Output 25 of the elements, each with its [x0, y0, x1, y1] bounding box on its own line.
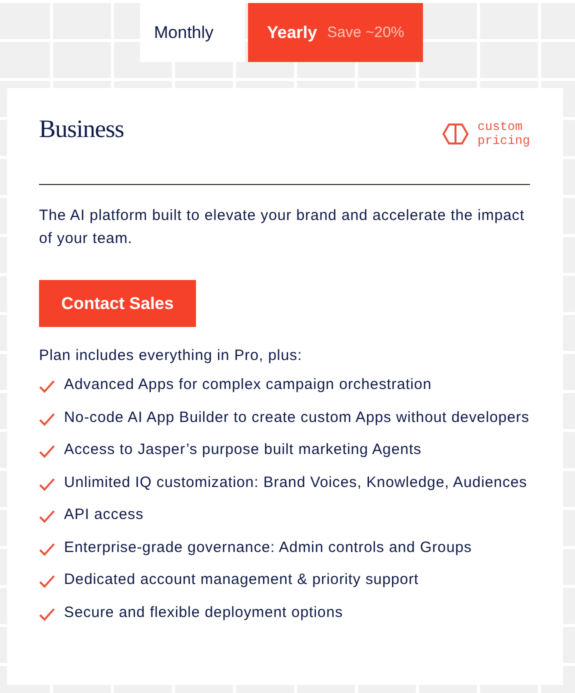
check-icon	[39, 608, 55, 620]
billing-tab[interactable]: Yearly Save ~20%	[248, 3, 423, 62]
plan-title: Business	[39, 116, 124, 144]
check-icon	[39, 510, 55, 523]
features-intro: Plan includes everything in Pro, plus:	[39, 347, 304, 364]
check-icon	[39, 478, 55, 490]
check-icon	[39, 380, 55, 393]
plan-description: The AI platform built to elevate your brand and accelerate the impact of your team.	[39, 206, 526, 249]
billing-tab[interactable]: Monthly	[140, 3, 245, 62]
hexagon-icon	[442, 123, 470, 145]
pricing-label: custom pricing	[477, 120, 530, 148]
discount-label: Save ~20%	[327, 24, 404, 41]
check-icon	[39, 542, 55, 556]
check-icon	[39, 445, 55, 458]
feature-text: Secure and flexible deployment options	[64, 602, 343, 622]
feature-text: Enterprise-grade governance: Admin controls and Groups	[64, 538, 472, 558]
feature-text: Unlimited IQ customization: Brand Voices, Knowledge, Audiences	[64, 472, 528, 492]
feature-text: Dedicated account management & priority support	[64, 570, 419, 590]
contact-sales-button[interactable]: Contact Sales	[39, 280, 196, 327]
feature-text: API access	[64, 505, 144, 525]
feature-text: Access to Jasper’s purpose built marketing Agents	[64, 440, 422, 460]
check-icon	[39, 575, 55, 588]
feature-text: Advanced Apps for complex campaign orchestration	[64, 375, 432, 395]
feature-text: No-code AI App Builder to create custom Apps without developers	[64, 408, 530, 428]
check-icon	[39, 412, 55, 426]
